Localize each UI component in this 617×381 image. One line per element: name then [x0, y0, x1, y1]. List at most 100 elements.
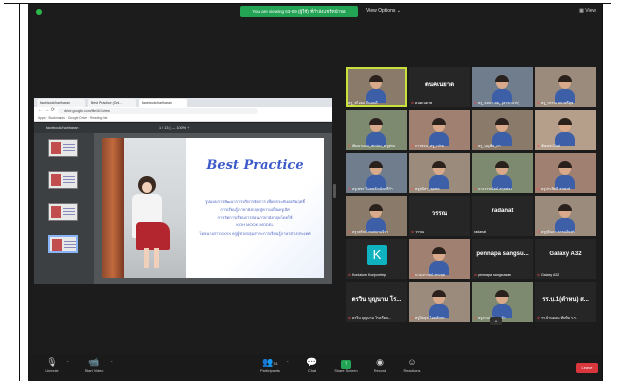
participant-name-text: พัฒนาแผน_สมปอง_ครูสุทน [352, 144, 396, 148]
video-off-icon: 📹 [88, 357, 100, 367]
participant-name-label: ⊘นางเยาวชน์ ทรงสุข [411, 273, 445, 278]
participant-name-text: นางเยาวชน์ ทรงสุข [415, 273, 446, 277]
pdf-page-indicator[interactable]: 1 / 13 | — 100% + [159, 123, 189, 133]
mic-muted-icon: ⊘ [411, 316, 415, 320]
participant-tile[interactable]: ครู_ชไอยอ กินอนดี [346, 67, 407, 107]
thumbnail-text [63, 176, 75, 177]
pdf-thumbnail[interactable] [48, 171, 78, 189]
person-hair-shape [432, 161, 446, 168]
mic-muted-icon: ⊘ [474, 101, 478, 105]
participant-tile[interactable]: radanat radanat [472, 196, 533, 236]
video-options-caret-icon[interactable]: ⌃ [110, 360, 113, 365]
participant-name-text: radanat [474, 230, 487, 234]
participant-tile[interactable]: ⊘ครูปิยนุช ไหลสักพร [409, 282, 470, 322]
browser-tab[interactable]: Best Practice (Onl... [88, 99, 136, 107]
participant-name-label: ⊘วรรณ [411, 230, 424, 235]
participant-tile[interactable]: ⊘ครู_บุญชัย_ภา [472, 110, 533, 150]
person-hair-shape [432, 290, 446, 297]
screenshot-frame: You are viewing 63-09 (ผู้ใช้) ที่กำลังแ… [0, 0, 617, 381]
browser-tab-active[interactable]: facebook/hariharan [139, 99, 187, 107]
unmute-label: Unmute [45, 369, 59, 373]
mic-muted-icon: ⊘ [474, 273, 478, 277]
participant-display-name: pennapa sangsu... [476, 251, 529, 257]
browser-tab-strip: facebook/hariharan Best Practice (Onl...… [34, 98, 332, 107]
person-hair-shape [432, 247, 446, 254]
frame-border-left [19, 3, 20, 381]
address-bar[interactable]: drive.google.com/file/d/1/view [58, 108, 258, 114]
browser-tab[interactable]: facebook/hariharan [37, 99, 85, 107]
participant-name-label: ⊘Galaxy A32 [537, 273, 559, 278]
pdf-file-name: facebook/hariharan [46, 126, 79, 130]
view-button[interactable]: ▦ View [579, 7, 596, 16]
mic-muted-icon: ⊘ [348, 230, 352, 234]
participant-display-name: ดนคเนยาต [425, 82, 454, 88]
pdf-thumbnail[interactable] [48, 203, 78, 221]
person-hair-shape [558, 75, 572, 82]
reactions-button[interactable]: ☺ Reactions [392, 356, 432, 380]
participant-video-person [555, 118, 575, 146]
participant-video-person [555, 161, 575, 189]
participant-tile[interactable]: ⊘การสอน_ครู_เปรม [409, 110, 470, 150]
pdf-thumbnail-selected[interactable] [48, 235, 78, 253]
participant-tile[interactable]: ⊘นางเยาวชน์ ทรงสุข [409, 239, 470, 279]
meeting-controls-bar: 🎙 Unmute ⌃ 📹 Start Video ⌃ 👥31 Participa… [28, 354, 602, 381]
curtain-shape [102, 138, 124, 278]
slide-line: KOH MOOK MODEL [236, 222, 274, 227]
kid-leg-shape [154, 248, 159, 268]
participant-name-text: Galaxy A32 [541, 273, 560, 277]
thumbnail-photo [51, 206, 61, 218]
participant-video-person [492, 161, 512, 189]
mic-muted-icon: ⊘ [411, 273, 415, 277]
participant-video-person [366, 204, 386, 232]
participant-tile[interactable]: วรรณ ⊘วรรณ [409, 196, 470, 236]
participant-video-person [429, 118, 449, 146]
security-shield-icon[interactable] [36, 9, 42, 15]
participant-name-text: ครูปิยนุช ไหลสักพร [415, 316, 445, 320]
participant-tile[interactable]: ⊘ครูอานนท์ ทองคำ [472, 282, 533, 322]
kid-skirt-shape [136, 222, 170, 250]
participant-name-text: ครู_บุญชัย_ภา [478, 144, 501, 148]
participant-tile[interactable]: ⊘ครูสุจินดา ธรรมจันทร์ [535, 196, 596, 236]
participant-tile[interactable]: รร.บ.1(ตำหน) ส... ⊘รร.บ้านดอน ทับทิม ร.ร. [535, 282, 596, 322]
participant-name-label: ⊘พัฒนาแผน_สมปอง_ครูสุทน [348, 144, 395, 149]
participant-tile[interactable]: ⊘ครูวสุรัตน์ คนพยานจิรา [346, 196, 407, 236]
participant-tile[interactable]: Galaxy A32 ⊘Galaxy A32 [535, 239, 596, 279]
participant-name-text: ครู_ชไอยอ กินอนดี [348, 101, 378, 105]
participant-video-person [429, 247, 449, 275]
participant-tile[interactable]: ⊘นางวรรณ์ตน์ สกุลทอง [472, 153, 533, 193]
gallery-scroll-down-icon[interactable]: ⌄ [490, 317, 502, 325]
person-hair-shape [369, 204, 383, 211]
person-hair-shape [432, 118, 446, 125]
mic-muted-icon: ⊘ [537, 101, 541, 105]
bookmarks-bar[interactable]: Apps · Bookmarks · Google Drive · Readin… [34, 115, 332, 122]
participant-name-label: ⊘ดนคเนยาต [411, 101, 432, 106]
start-video-button[interactable]: 📹 Start Video [74, 356, 114, 380]
view-options-button[interactable]: View Options ⌄ [366, 6, 401, 17]
participant-name-text: ชัยเดช Chai [541, 144, 560, 148]
thumbnail-photo [51, 174, 61, 186]
participant-tile[interactable]: ⊘ชัยเดช Chai [535, 110, 596, 150]
participant-tile[interactable]: ⊘ครูเพชร วิมลหลักเล็กศรีกำ [346, 153, 407, 193]
participant-name-label: ⊘ครูสุจินดา ธรรมจันทร์ [537, 230, 575, 235]
participant-tile[interactable]: ⊘ครู_ธหนา สด_ (สาขาแรก) [472, 67, 533, 107]
participant-tile[interactable]: ดนคเนยาต ⊘ดนคเนยาต [409, 67, 470, 107]
participant-tile[interactable]: ⊘ครูประสิทธิ์ สมพงษ์ [535, 153, 596, 193]
participant-display-name: ดรวิน บุญนาม โร... [351, 297, 402, 303]
participant-name-label: ⊘ครู_บรรณ ธนาศรีสุข [537, 101, 573, 106]
participant-tile[interactable]: ⊘พัฒนาแผน_สมปอง_ครูสุทน [346, 110, 407, 150]
leave-button[interactable]: Leave [576, 363, 598, 373]
participants-caret-icon[interactable]: ⌃ [286, 360, 289, 365]
pdf-viewer-body: Best Practice รูปแบบการพัฒนาการบริหารจัด… [34, 133, 332, 284]
nav-arrows-icon[interactable]: ← → ⟳ [38, 107, 55, 113]
slide-photo-girl [102, 138, 186, 278]
participant-tile[interactable]: ⊘ครูสุนิสา_ชุมพล [409, 153, 470, 193]
participant-tile[interactable]: K ⊘Konlalum Konjunetep [346, 239, 407, 279]
participants-button[interactable]: 👥31 Participants [250, 356, 290, 380]
pdf-thumbnail[interactable] [48, 139, 78, 157]
participant-tile[interactable]: pennapa sangsu... ⊘pennapa sangsuwan [472, 239, 533, 279]
participant-tile[interactable]: ⊘ครู_บรรณ ธนาศรีสุข [535, 67, 596, 107]
split-view-handle[interactable] [333, 184, 336, 198]
participant-tile[interactable]: ดรวิน บุญนาม โร... ⊘ดรวิน บุญนาม โรงเรียน… [346, 282, 407, 322]
audio-options-caret-icon[interactable]: ⌃ [66, 360, 69, 365]
person-hair-shape [495, 161, 509, 168]
